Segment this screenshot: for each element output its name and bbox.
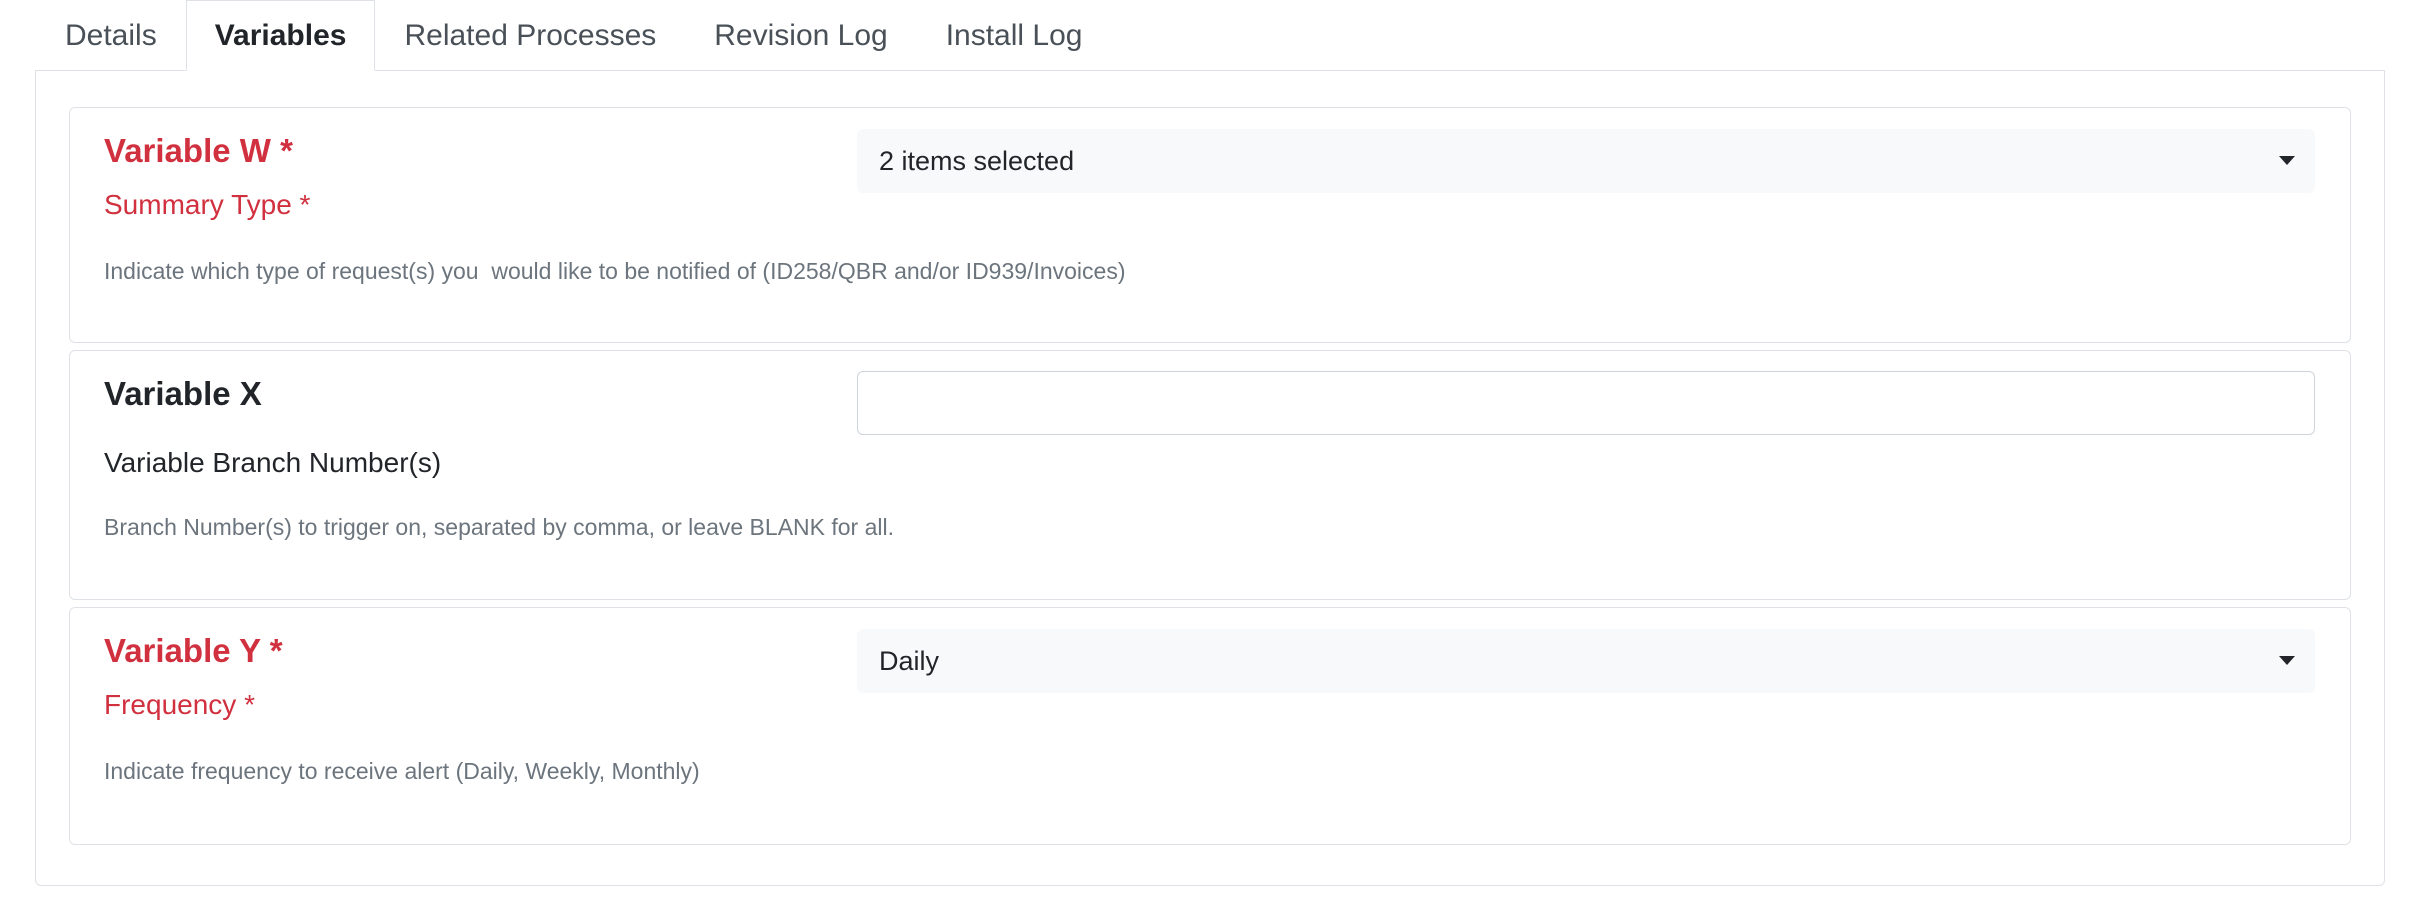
variables-panel: Variable W * Summary Type * Indicate whi… — [35, 70, 2385, 886]
variable-help-text: Indicate frequency to receive alert (Dai… — [104, 758, 700, 784]
variable-subtitle: Variable Branch Number(s) — [104, 447, 442, 478]
tab-details[interactable]: Details — [36, 0, 186, 71]
select-value: 2 items selected — [879, 145, 1075, 176]
select-value: Daily — [879, 645, 940, 676]
variable-help-text: Indicate which type of request(s) you wo… — [104, 258, 1126, 284]
variable-card-x: Variable X Variable Branch Number(s) Bra… — [69, 350, 2351, 600]
tab-bar: Details Variables Related Processes Revi… — [36, 0, 2386, 71]
variable-card-y: Variable Y * Frequency * Indicate freque… — [69, 607, 2351, 845]
variable-subtitle: Frequency * — [104, 689, 255, 720]
tab-install-log[interactable]: Install Log — [917, 0, 1112, 71]
variable-help-text: Branch Number(s) to trigger on, separate… — [104, 514, 895, 540]
variable-card-w: Variable W * Summary Type * Indicate whi… — [69, 107, 2351, 343]
caret-down-icon — [2279, 156, 2295, 165]
variable-title: Variable W * — [104, 132, 293, 169]
summary-type-select[interactable]: 2 items selected — [857, 129, 2315, 193]
tab-variables[interactable]: Variables — [185, 0, 376, 71]
caret-down-icon — [2279, 656, 2295, 665]
tab-revision-log[interactable]: Revision Log — [685, 0, 916, 71]
variable-title: Variable X — [104, 375, 262, 412]
tab-related-processes[interactable]: Related Processes — [375, 0, 685, 71]
variable-title: Variable Y * — [104, 632, 283, 669]
frequency-select[interactable]: Daily — [857, 629, 2315, 693]
branch-numbers-input[interactable] — [857, 371, 2315, 435]
variable-subtitle: Summary Type * — [104, 189, 311, 220]
